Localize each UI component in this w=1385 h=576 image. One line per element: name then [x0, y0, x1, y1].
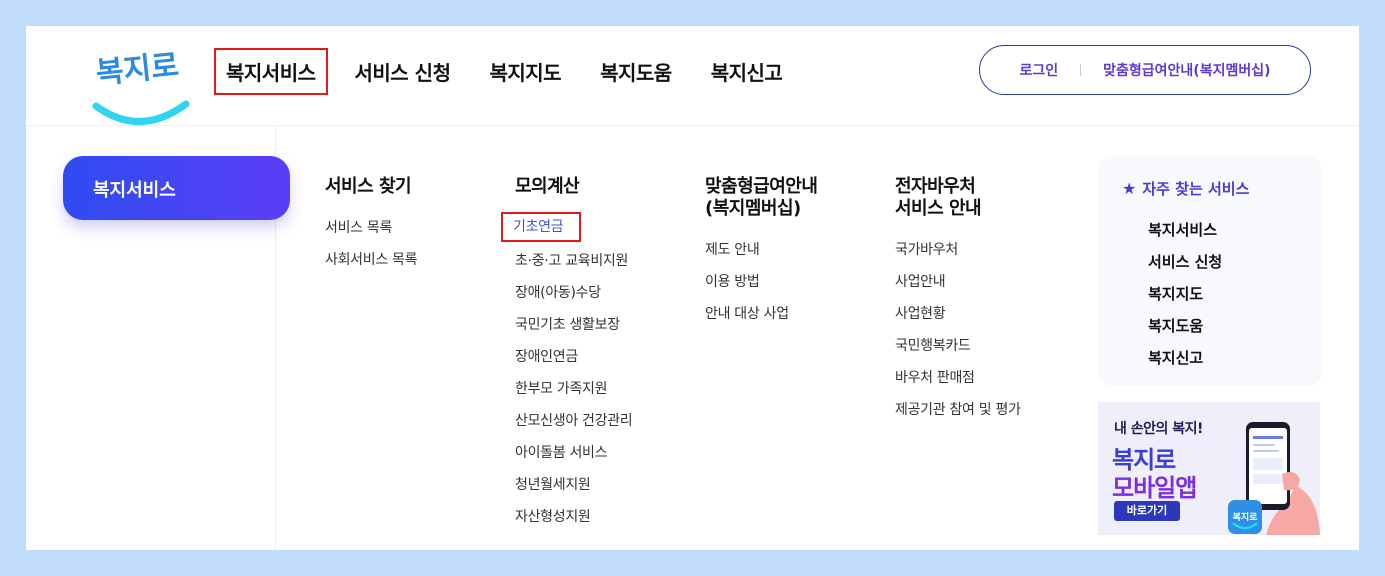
login-link[interactable]: 로그인 — [1020, 60, 1059, 80]
phone-in-hand-illustration: 복지로 — [1228, 422, 1320, 535]
site-header: 복지로 복지서비스 서비스 신청 복지지도 복지도움 복지신고 로그인 맞춤형급… — [26, 26, 1359, 126]
menu-link-social-service-list[interactable]: 사회서비스 목록 — [325, 244, 418, 276]
menu-link-basic-pension[interactable]: 기초연금 — [501, 212, 582, 242]
menu-link-maternal-care[interactable]: 산모신생아 건강관리 — [515, 405, 633, 437]
menu-link-program-guide[interactable]: 사업안내 — [895, 266, 1021, 298]
nav-service-apply[interactable]: 서비스 신청 — [343, 48, 463, 95]
star-icon: ★ — [1122, 179, 1137, 198]
banner-title-line2: 모바일앱 — [1112, 474, 1197, 502]
menu-column-mock-calc: 모의계산 기초연금 초·중·고 교육비지원 장애(아동)수당 국민기초 생활보장… — [501, 176, 633, 533]
menu-link-disabled-child-allowance[interactable]: 장애(아동)수당 — [515, 277, 632, 309]
menu-link-program-status[interactable]: 사업현황 — [895, 298, 1021, 330]
mobile-app-banner[interactable]: 내 손안의 복지! 복지로 모바일앱 바로가기 복지로 — [1098, 402, 1320, 535]
nav-welfare-services[interactable]: 복지서비스 — [214, 47, 328, 95]
favorite-link-welfare-map[interactable]: 복지지도 — [1148, 278, 1222, 310]
menu-link-system-guide[interactable]: 제도 안내 — [705, 234, 817, 266]
menu-link-asset-building[interactable]: 자산형성지원 — [515, 501, 632, 533]
menu-link-happiness-card[interactable]: 국민행복카드 — [895, 330, 1021, 362]
mega-tab-welfare-services[interactable]: 복지서비스 — [63, 156, 290, 220]
column-title: 모의계산 — [515, 176, 580, 197]
favorite-services-title: ★ 자주 찾는 서비스 — [1122, 179, 1250, 198]
nav-welfare-help[interactable]: 복지도움 — [588, 48, 684, 95]
menu-link-voucher-stores[interactable]: 바우처 판매점 — [895, 362, 1021, 394]
util-divider — [1080, 64, 1082, 76]
bokjiro-logo[interactable]: 복지로 — [90, 40, 190, 130]
mega-menu-sidebar: 복지서비스 — [26, 126, 290, 550]
menu-column-service-find: 서비스 찾기 서비스 목록 사회서비스 목록 — [325, 176, 418, 276]
menu-link-disability-pension[interactable]: 장애인연금 — [515, 341, 632, 373]
favorite-link-welfare-report[interactable]: 복지신고 — [1148, 342, 1222, 374]
favorite-services-panel: ★ 자주 찾는 서비스 복지서비스 서비스 신청 복지지도 복지도움 복지신고 — [1098, 156, 1322, 386]
menu-link-single-parent[interactable]: 한부모 가족지원 — [515, 373, 632, 405]
menu-column-e-voucher: 전자바우처 서비스 안내 국가바우처 사업안내 사업현황 국민행복카드 바우처 … — [895, 176, 1021, 426]
banner-subtitle: 내 손안의 복지! — [1114, 421, 1203, 437]
favorite-link-welfare-help[interactable]: 복지도움 — [1148, 310, 1222, 342]
menu-link-national-voucher[interactable]: 국가바우처 — [895, 234, 1021, 266]
menu-column-membership: 맞춤형급여안내 (복지멤버십) 제도 안내 이용 방법 안내 대상 사업 — [705, 176, 818, 330]
column-title: 맞춤형급여안내 (복지멤버십) — [705, 176, 818, 219]
global-nav: 복지서비스 서비스 신청 복지지도 복지도움 복지신고 — [214, 47, 809, 95]
banner-go-button[interactable]: 바로가기 — [1114, 501, 1180, 521]
nav-welfare-map[interactable]: 복지지도 — [477, 48, 573, 95]
favorite-link-welfare-services[interactable]: 복지서비스 — [1148, 214, 1222, 246]
menu-link-provider-evaluation[interactable]: 제공기관 참여 및 평가 — [895, 394, 1021, 426]
menu-link-service-list[interactable]: 서비스 목록 — [325, 212, 417, 244]
menu-link-youth-rent[interactable]: 청년월세지원 — [515, 469, 632, 501]
menu-link-education-support[interactable]: 초·중·고 교육비지원 — [515, 245, 632, 277]
favorite-link-service-apply[interactable]: 서비스 신청 — [1148, 246, 1222, 278]
logo-text: 복지로 — [94, 48, 180, 91]
column-title: 전자바우처 서비스 안내 — [895, 176, 982, 219]
nav-welfare-report[interactable]: 복지신고 — [699, 48, 795, 95]
page-frame: 복지로 복지서비스 서비스 신청 복지지도 복지도움 복지신고 로그인 맞춤형급… — [26, 26, 1359, 550]
menu-link-childcare[interactable]: 아이돌봄 서비스 — [515, 437, 632, 469]
menu-link-how-to-use[interactable]: 이용 방법 — [705, 266, 817, 298]
menu-link-target-programs[interactable]: 안내 대상 사업 — [705, 298, 817, 330]
app-icon-text: 복지로 — [1233, 511, 1259, 523]
column-title: 서비스 찾기 — [325, 176, 412, 197]
util-menu: 로그인 맞춤형급여안내(복지멤버십) — [979, 45, 1311, 95]
menu-link-basic-livelihood[interactable]: 국민기초 생활보장 — [515, 309, 632, 341]
membership-info-link[interactable]: 맞춤형급여안내(복지멤버십) — [1103, 60, 1270, 80]
